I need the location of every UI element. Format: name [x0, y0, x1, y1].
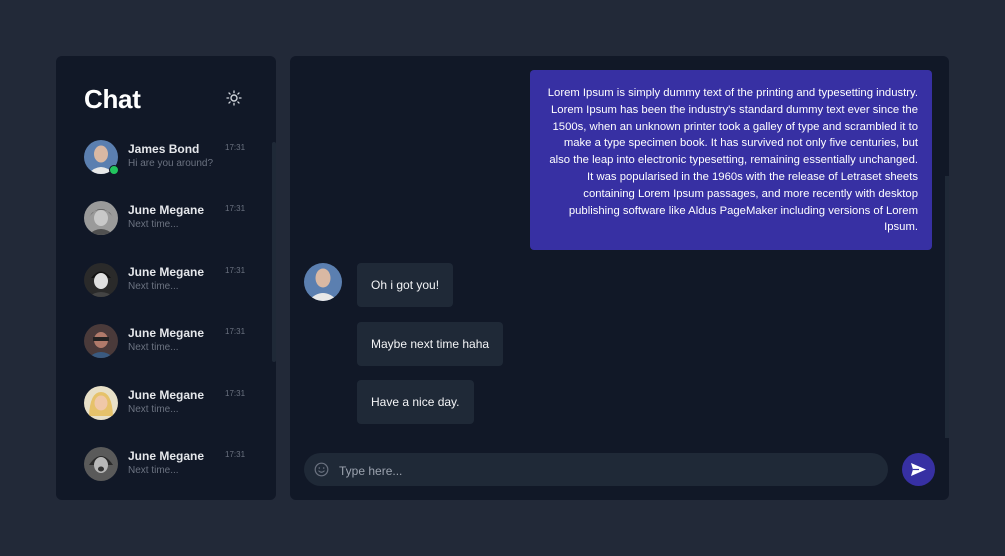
contact-last-message: Hi are you around?	[128, 158, 214, 169]
contact-last-message: Next time...	[128, 281, 179, 292]
conversation-scrollbar[interactable]	[945, 176, 949, 438]
avatar	[84, 324, 118, 358]
page-title: Chat	[84, 84, 141, 114]
contact-time: 17:31	[225, 389, 246, 398]
contact-time: 17:31	[225, 143, 246, 152]
message-input[interactable]	[337, 453, 881, 488]
contact-item[interactable]: June Megane Next time... 17:31	[84, 386, 254, 430]
message-composer	[304, 453, 888, 488]
contact-item[interactable]: June Megane Next time... 17:31	[84, 324, 254, 368]
contact-name: June Megane	[128, 449, 205, 463]
avatar	[84, 386, 118, 420]
online-indicator	[109, 165, 119, 175]
send-button[interactable]	[902, 453, 935, 486]
chat-app: Chat James Bond Hi are you around? 17:31…	[0, 0, 1005, 556]
contact-name: June Megane	[128, 388, 205, 402]
contact-item[interactable]: June Megane Next time... 17:31	[84, 263, 254, 307]
smiley-icon[interactable]	[314, 462, 329, 477]
contact-last-message: Next time...	[128, 342, 179, 353]
contact-last-message: Next time...	[128, 465, 179, 476]
contact-time: 17:31	[225, 266, 246, 275]
contact-name: June Megane	[128, 265, 205, 279]
send-icon	[911, 463, 926, 476]
conversation-panel: Lorem Ipsum is simply dummy text of the …	[290, 56, 949, 500]
avatar	[84, 263, 118, 297]
avatar	[84, 447, 118, 481]
contact-item[interactable]: June Megane Next time... 17:31	[84, 447, 254, 491]
contact-time: 17:31	[225, 327, 246, 336]
incoming-message: Have a nice day.	[357, 380, 474, 424]
outgoing-message: Lorem Ipsum is simply dummy text of the …	[530, 70, 932, 251]
sidebar-scrollbar[interactable]	[272, 142, 276, 362]
contact-time: 17:31	[225, 204, 246, 213]
contact-last-message: Next time...	[128, 219, 179, 230]
incoming-message: Maybe next time haha	[357, 322, 504, 366]
avatar	[84, 201, 118, 235]
contact-name: June Megane	[128, 326, 205, 340]
sidebar: Chat James Bond Hi are you around? 17:31…	[56, 56, 276, 500]
contact-time: 17:31	[225, 450, 246, 459]
incoming-message: Oh i got you!	[357, 263, 454, 307]
sun-icon[interactable]	[226, 90, 242, 106]
contact-name: James Bond	[128, 142, 200, 156]
contact-item[interactable]: James Bond Hi are you around? 17:31	[84, 140, 254, 184]
contact-name: June Megane	[128, 203, 205, 217]
contact-item[interactable]: June Megane Next time... 17:31	[84, 201, 254, 245]
contact-last-message: Next time...	[128, 404, 179, 415]
avatar	[304, 263, 342, 301]
